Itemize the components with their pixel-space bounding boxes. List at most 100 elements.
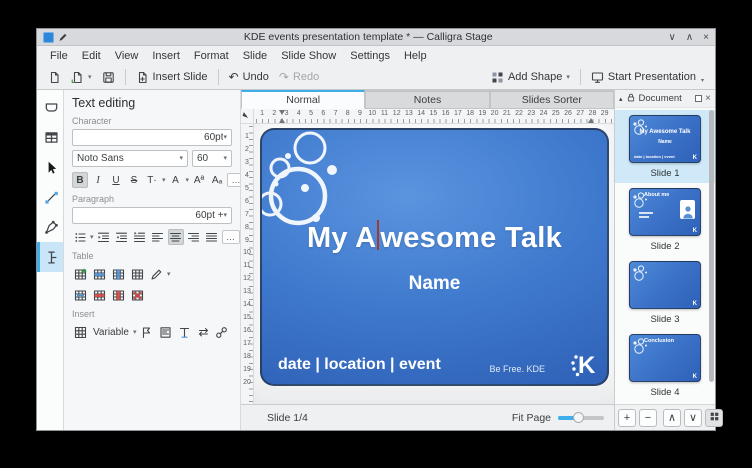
open-document-button[interactable]: ▾ bbox=[66, 69, 97, 86]
table-properties-button[interactable] bbox=[129, 266, 146, 282]
undo-button[interactable]: ↶ Undo bbox=[224, 69, 274, 85]
zoom-slider-handle[interactable] bbox=[573, 412, 584, 423]
tab-normal[interactable]: Normal bbox=[241, 90, 365, 109]
float-docker-icon[interactable] bbox=[695, 95, 702, 102]
add-shape-button[interactable]: Add Shape ▾ bbox=[486, 69, 575, 86]
shape-select-tool[interactable] bbox=[37, 92, 63, 122]
lock-icon[interactable] bbox=[626, 92, 636, 106]
align-justify-button[interactable] bbox=[204, 229, 220, 245]
zoom-slider[interactable] bbox=[558, 416, 604, 420]
paragraph-format-combo[interactable]: 60pt + ▾ bbox=[72, 207, 232, 224]
insert-row-button[interactable] bbox=[91, 266, 108, 282]
thumbnail-view-button[interactable] bbox=[705, 409, 723, 427]
menu-help[interactable]: Help bbox=[397, 48, 434, 64]
new-document-button[interactable] bbox=[43, 69, 66, 86]
slide-page[interactable]: My Awesome Talk Name date | location | e… bbox=[260, 128, 609, 386]
chevron-down-icon[interactable]: ▾ bbox=[167, 271, 171, 278]
freehand-path-tool[interactable] bbox=[37, 212, 63, 242]
move-slide-down-button[interactable]: ∨ bbox=[684, 409, 702, 427]
menu-slide-show[interactable]: Slide Show bbox=[274, 48, 343, 64]
chevron-down-icon[interactable]: ▾ bbox=[186, 177, 190, 184]
chevron-down-icon[interactable]: ▾ bbox=[133, 329, 137, 336]
save-button[interactable] bbox=[97, 69, 120, 86]
bookmark-button[interactable] bbox=[138, 324, 155, 340]
delete-table-button[interactable] bbox=[129, 287, 146, 303]
add-slide-button[interactable]: + bbox=[618, 409, 636, 427]
menu-edit[interactable]: Edit bbox=[75, 48, 108, 64]
menu-settings[interactable]: Settings bbox=[343, 48, 397, 64]
maximize-button[interactable]: ∧ bbox=[686, 32, 693, 43]
horizontal-ruler[interactable]: 1234567891011121314151617181920212223242… bbox=[254, 109, 614, 123]
page-break-button[interactable]: ⇄ bbox=[195, 324, 211, 340]
minimize-button[interactable]: ∨ bbox=[669, 32, 676, 43]
delete-row-button[interactable] bbox=[91, 287, 108, 303]
chevron-down-icon[interactable]: ▾ bbox=[90, 234, 94, 241]
indent-marker[interactable] bbox=[279, 118, 285, 123]
indent-marker[interactable] bbox=[588, 118, 594, 123]
special-character-button[interactable] bbox=[72, 324, 89, 340]
indent-marker[interactable] bbox=[279, 110, 285, 115]
italic-button[interactable]: I bbox=[90, 172, 106, 188]
align-left-button[interactable] bbox=[150, 229, 166, 245]
table-of-contents-button[interactable] bbox=[157, 324, 174, 340]
paragraph-style-combo[interactable]: 60pt ▾ bbox=[72, 129, 232, 146]
font-size-combo[interactable]: 60 ▾ bbox=[192, 150, 232, 167]
paragraph-more-button[interactable]: … bbox=[222, 230, 240, 244]
close-button[interactable]: × bbox=[703, 32, 709, 43]
panel-scrollbar[interactable] bbox=[709, 110, 714, 402]
bold-button[interactable]: B bbox=[72, 172, 88, 188]
delete-column-button[interactable] bbox=[110, 287, 127, 303]
change-case-button[interactable]: T· bbox=[144, 172, 160, 188]
menu-file[interactable]: File bbox=[43, 48, 75, 64]
vertical-ruler[interactable]: 1234567891011121314151617181920 bbox=[241, 124, 254, 404]
remove-slide-button[interactable]: − bbox=[639, 409, 657, 427]
align-center-button[interactable] bbox=[168, 229, 184, 245]
slide-thumbnail-1[interactable]: My Awesome TalkNamedate | location | eve… bbox=[615, 110, 715, 183]
border-pen-button[interactable] bbox=[148, 266, 165, 282]
chevron-down-icon[interactable]: ▾ bbox=[162, 177, 166, 184]
insert-table-button[interactable] bbox=[72, 266, 89, 282]
menu-view[interactable]: View bbox=[108, 48, 146, 64]
slide-thumbnail-4[interactable]: ConclusionKSlide 4 bbox=[615, 329, 715, 402]
superscript-button[interactable]: Aª bbox=[191, 172, 207, 188]
move-slide-up-button[interactable]: ∧ bbox=[663, 409, 681, 427]
slide-canvas-area[interactable]: My Awesome Talk Name date | location | e… bbox=[254, 124, 614, 404]
tab-slides-sorter[interactable]: Slides Sorter bbox=[490, 90, 614, 109]
variable-button[interactable]: Variable bbox=[91, 324, 131, 340]
text-tool[interactable] bbox=[37, 242, 63, 272]
slide-footer-text[interactable]: date | location | event bbox=[278, 356, 441, 374]
align-right-button[interactable] bbox=[186, 229, 202, 245]
ruler-origin-corner[interactable] bbox=[241, 109, 254, 123]
insert-column-button[interactable] bbox=[110, 266, 127, 282]
indent-more-button[interactable] bbox=[96, 229, 112, 245]
collapse-icon[interactable]: ▴ bbox=[619, 95, 623, 103]
strikethrough-button[interactable]: S bbox=[126, 172, 142, 188]
insert-slide-button[interactable]: Insert Slide bbox=[131, 69, 213, 86]
font-color-button[interactable]: A bbox=[168, 172, 184, 188]
subscript-button[interactable]: Aₐ bbox=[209, 172, 225, 188]
menu-insert[interactable]: Insert bbox=[145, 48, 187, 64]
bullet-list-button[interactable] bbox=[72, 229, 88, 245]
text-frame-button[interactable] bbox=[176, 324, 193, 340]
tab-notes[interactable]: Notes bbox=[365, 90, 489, 109]
slide-title-text[interactable]: My Awesome Talk bbox=[262, 220, 607, 255]
slide-subtitle-text[interactable]: Name bbox=[262, 273, 607, 295]
underline-button[interactable]: U bbox=[108, 172, 124, 188]
font-family-combo[interactable]: Noto Sans ▾ bbox=[72, 150, 188, 167]
menu-format[interactable]: Format bbox=[187, 48, 236, 64]
slide-thumbnail-2[interactable]: About meKSlide 2 bbox=[615, 183, 715, 256]
redo-button[interactable]: ↷ Redo bbox=[274, 69, 324, 85]
slide-thumbnail-3[interactable]: KSlide 3 bbox=[615, 256, 715, 329]
character-more-button[interactable]: … bbox=[227, 173, 241, 187]
hyperlink-button[interactable] bbox=[213, 324, 230, 340]
title-bar[interactable]: KDE events presentation template * — Cal… bbox=[37, 29, 715, 46]
connector-tool[interactable] bbox=[37, 182, 63, 212]
menu-slide[interactable]: Slide bbox=[236, 48, 274, 64]
zoom-mode-label[interactable]: Fit Page bbox=[512, 412, 551, 424]
interaction-tool[interactable] bbox=[37, 152, 63, 182]
merge-cells-button[interactable] bbox=[72, 287, 89, 303]
table-tool[interactable] bbox=[37, 122, 63, 152]
first-line-indent-button[interactable] bbox=[132, 229, 148, 245]
indent-less-button[interactable] bbox=[114, 229, 130, 245]
close-docker-icon[interactable]: × bbox=[705, 93, 711, 104]
